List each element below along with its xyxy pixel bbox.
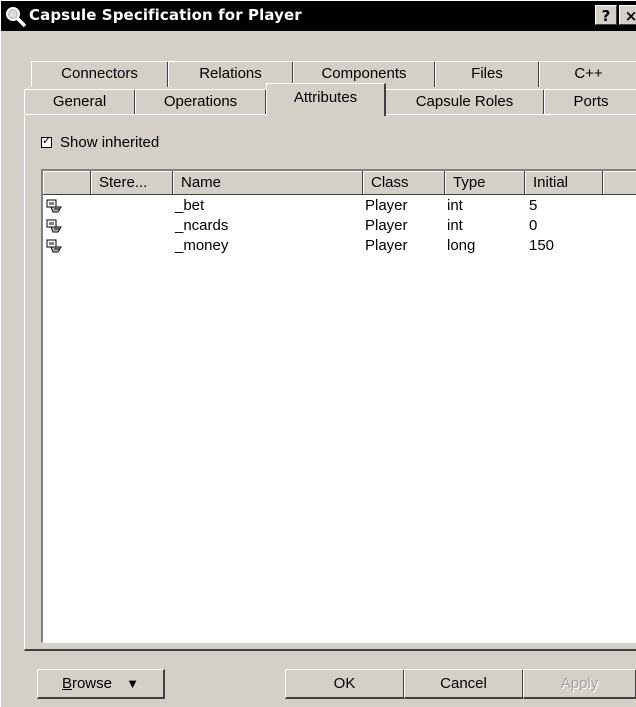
attribute-icon [46,199,62,213]
table-row[interactable]: _ncards Player int 0 [43,216,636,236]
attributes-list[interactable]: Stere... Name Class Type Initial _bet Pl… [41,169,636,643]
attribute-class: Player [365,217,408,234]
column-header-stereotype[interactable]: Stere... [91,171,173,195]
show-inherited-checkbox[interactable]: Show inherited [41,134,159,151]
close-button[interactable]: × [619,5,636,25]
attribute-type: int [447,217,463,234]
show-inherited-label: Show inherited [60,134,160,151]
attribute-type: long [447,237,476,254]
attribute-name: _ncards [175,217,229,234]
tab-operations[interactable]: Operations [135,89,267,115]
tab-ports[interactable]: Ports [544,89,636,115]
column-header-name[interactable]: Name [173,171,363,195]
ok-button[interactable]: OK [285,669,405,699]
column-header-initial[interactable]: Initial [525,171,603,195]
tab-capsule-roles[interactable]: Capsule Roles [385,89,545,115]
attribute-initial: 150 [529,237,555,254]
checkbox-check-icon[interactable] [41,134,52,148]
tab-general[interactable]: General [24,89,136,115]
attribute-initial: 0 [529,217,538,234]
table-row[interactable]: _bet Player int 5 [43,196,636,216]
magnifier-icon [6,7,27,28]
help-button[interactable]: ? [595,5,617,25]
column-header-class[interactable]: Class [363,171,445,195]
dropdown-arrow-icon: ▼ [126,676,140,691]
tab-cpp[interactable]: C++ [539,61,636,87]
attribute-icon [46,239,62,253]
attribute-type: int [447,197,463,214]
attribute-class: Player [365,237,408,254]
attribute-icon [46,219,62,233]
attribute-name: _bet [175,197,205,214]
table-row[interactable]: _money Player long 150 [43,236,636,256]
column-header-icon[interactable] [43,171,91,195]
tab-attributes[interactable]: Attributes [266,83,386,116]
tab-files[interactable]: Files [435,61,540,87]
attribute-name: _money [175,237,229,254]
column-header-filler [603,171,636,195]
attribute-initial: 5 [529,197,538,214]
browse-button[interactable]: Browse ▼ [37,669,165,699]
title-bar[interactable]: Capsule Specification for Player ? × [1,1,636,31]
apply-button[interactable]: Apply [523,669,636,699]
window-title: Capsule Specification for Player [29,6,302,24]
column-header-type[interactable]: Type [445,171,525,195]
cancel-button[interactable]: Cancel [404,669,524,699]
capsule-specification-dialog: Capsule Specification for Player ? × Con… [0,0,636,707]
tab-connectors[interactable]: Connectors [31,61,169,87]
attribute-class: Player [365,197,408,214]
